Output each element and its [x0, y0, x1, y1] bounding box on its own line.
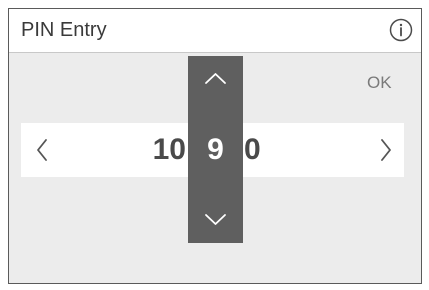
selected-digit: 9 — [207, 133, 224, 166]
chevron-down-icon — [205, 214, 226, 225]
chevron-right-icon — [381, 139, 391, 161]
previous-digit: 10 — [152, 133, 186, 166]
next-digit-button[interactable] — [378, 137, 394, 163]
chevron-left-icon — [37, 139, 47, 161]
previous-digit-button[interactable] — [34, 137, 50, 163]
info-icon — [389, 18, 413, 42]
digit-spinner[interactable]: 9 — [188, 56, 243, 243]
header-bar: PIN Entry — [9, 9, 421, 53]
chevron-up-icon — [205, 73, 226, 84]
decrement-button[interactable] — [188, 206, 243, 230]
page-title: PIN Entry — [21, 19, 107, 41]
increment-button[interactable] — [188, 68, 243, 92]
ok-button[interactable]: OK — [367, 72, 392, 94]
info-button[interactable] — [389, 18, 413, 42]
next-digit: 0 — [244, 133, 261, 166]
